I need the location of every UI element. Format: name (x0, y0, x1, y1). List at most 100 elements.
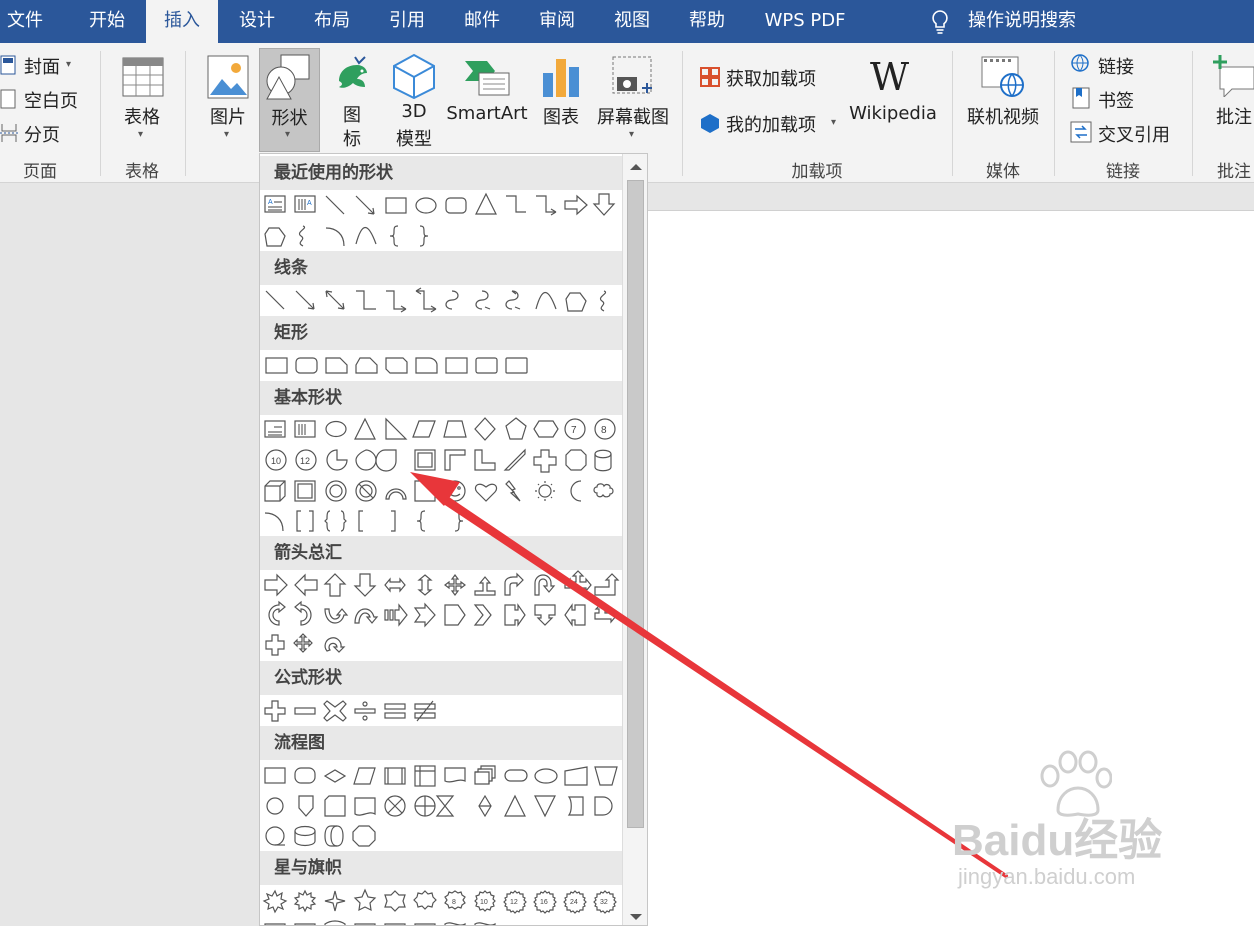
shape-elbow-arrow-connector[interactable] (536, 195, 557, 216)
block-arrows-row-3[interactable] (265, 633, 346, 656)
online-video-button[interactable]: 联机视频 (962, 51, 1044, 151)
flowchart-row-2[interactable] (266, 794, 613, 818)
bookmark-button[interactable]: 书签 (1070, 87, 1180, 113)
blank-page-icon (0, 89, 16, 109)
shape-octagon-label: 8 (601, 425, 607, 436)
chart-button[interactable]: 图表 (534, 51, 588, 151)
shape-rectangle[interactable] (385, 197, 407, 214)
rectangles-row[interactable] (265, 357, 528, 374)
basic-shapes-row-3[interactable] (264, 480, 614, 502)
group-label-pages: 页面 (23, 162, 57, 182)
shape-right-arrow[interactable] (564, 194, 588, 216)
svg-text:A: A (268, 199, 273, 206)
group-label-addins: 加载项 (791, 162, 843, 182)
shape-right-brace[interactable] (419, 225, 429, 247)
tab-mailings[interactable]: 邮件 (453, 0, 511, 43)
picture-button[interactable]: 图片 ▾ (198, 51, 258, 151)
star-12-label: 12 (510, 899, 518, 906)
basic-shapes-row-2[interactable] (265, 448, 612, 473)
scroll-up-arrow-icon[interactable] (623, 156, 648, 178)
tab-review[interactable]: 审阅 (528, 0, 586, 43)
shapes-button[interactable]: 形状 ▾ (259, 48, 320, 152)
shape-rounded-rectangle[interactable] (445, 197, 467, 214)
scrollbar-thumb[interactable] (627, 180, 644, 828)
shape-dodecagon-label: 12 (300, 456, 310, 466)
chart-label: 图表 (543, 107, 579, 128)
gallery-scrollbar[interactable] (622, 154, 648, 926)
table-label: 表格 (124, 107, 160, 128)
comment-icon (1213, 55, 1254, 97)
picture-label: 图片 (210, 107, 246, 128)
group-label-media: 媒体 (986, 162, 1020, 182)
shape-line[interactable] (325, 195, 345, 215)
tab-file[interactable]: 文件 (0, 0, 50, 43)
basic-shapes-row-1[interactable] (264, 417, 616, 441)
shape-arc[interactable] (325, 227, 345, 247)
wikipedia-w-icon: W (870, 55, 910, 99)
tab-references[interactable]: 引用 (378, 0, 436, 43)
shape-elbow-connector[interactable] (506, 195, 526, 213)
icons-button[interactable]: 图 标 (328, 51, 376, 151)
stars-row-1[interactable] (262, 888, 617, 914)
picture-icon (207, 55, 249, 99)
cross-reference-button[interactable]: 交叉引用 (1070, 121, 1190, 147)
icons-label-line1: 图 (343, 105, 361, 126)
shape-triangle[interactable] (475, 192, 497, 215)
lines-row[interactable] (265, 287, 606, 313)
shape-text-box[interactable]: A (264, 195, 286, 213)
shape-arrow-line[interactable] (355, 195, 375, 215)
3d-model-icon (393, 53, 435, 99)
watermark-url: jingyan.baidu.com (958, 864, 1136, 889)
shapes-icon (266, 54, 310, 100)
shape-decagon-label: 10 (271, 456, 281, 466)
shapes-label: 形状 (271, 108, 308, 129)
star-8-label: 8 (452, 899, 456, 906)
shape-freeform[interactable] (264, 227, 286, 247)
shape-oval[interactable] (415, 197, 437, 214)
screenshot-button[interactable]: 屏幕截图 ▾ (592, 51, 674, 151)
flowchart-row-1[interactable] (264, 765, 618, 787)
tell-me-label: 操作说明搜索 (968, 10, 1076, 31)
basic-shapes-row-4[interactable] (264, 510, 464, 532)
link-label: 链接 (1098, 57, 1134, 78)
tab-layout[interactable]: 布局 (303, 0, 361, 43)
shape-curve[interactable] (355, 226, 377, 245)
star-32-label: 32 (600, 899, 608, 906)
tab-design[interactable]: 设计 (228, 0, 286, 43)
block-arrows-row-1[interactable] (264, 570, 620, 597)
link-button[interactable]: 链接 (1070, 53, 1180, 79)
get-addins-label: 获取加载项 (726, 69, 816, 90)
table-button[interactable]: 表格 ▾ (112, 51, 172, 151)
cross-reference-icon (1070, 121, 1092, 143)
wikipedia-button[interactable]: W Wikipedia (846, 51, 940, 151)
screenshot-label: 屏幕截图 (597, 107, 669, 128)
stars-row-2[interactable] (264, 920, 496, 926)
store-icon (700, 67, 720, 87)
tab-view[interactable]: 视图 (603, 0, 661, 43)
tab-insert[interactable]: 插入 (146, 0, 218, 43)
star-24-label: 24 (570, 899, 578, 906)
group-label-tables: 表格 (125, 162, 159, 182)
tab-help[interactable]: 帮助 (678, 0, 736, 43)
shape-down-arrow[interactable] (592, 193, 616, 216)
tab-home[interactable]: 开始 (78, 0, 136, 43)
smartart-button[interactable]: SmartArt (446, 51, 528, 151)
shape-vertical-text-box[interactable]: A (294, 195, 316, 213)
shape-left-brace[interactable] (389, 225, 399, 247)
3d-model-label-line2: 模型 (396, 129, 432, 150)
equation-shapes-row[interactable] (264, 700, 436, 722)
tab-wps-pdf[interactable]: WPS PDF (755, 0, 855, 43)
3d-model-button[interactable]: 3D 模型 (386, 51, 442, 151)
icons-label-line2: 标 (343, 129, 361, 150)
get-addins-button[interactable]: 获取加载项 (700, 65, 830, 91)
smartart-label: SmartArt (446, 103, 528, 124)
flowchart-row-3[interactable] (265, 825, 376, 847)
new-comment-button[interactable]: 批注 (1204, 51, 1254, 151)
scroll-down-arrow-icon[interactable] (623, 908, 648, 926)
addin-cube-icon (701, 114, 719, 133)
block-arrows-row-2[interactable] (268, 600, 617, 628)
my-addins-label: 我的加载项 (726, 115, 816, 136)
my-addins-button[interactable]: 我的加载项 ▾ (700, 111, 840, 137)
shape-scribble[interactable] (299, 225, 305, 247)
baidu-watermark: Baidu经验 jingyan.baidu.com (952, 750, 1192, 908)
